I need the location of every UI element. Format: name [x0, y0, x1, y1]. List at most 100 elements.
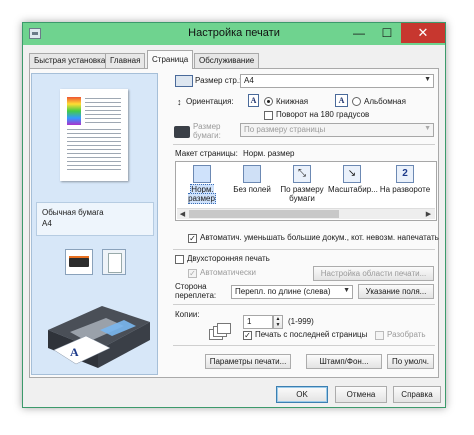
help-button[interactable]: Справка [393, 386, 441, 403]
copies-spinner[interactable]: ▲ ▼ [273, 315, 283, 329]
page-preview [60, 89, 128, 181]
preview-line [67, 169, 121, 170]
printer-paper-label-line2: бумаги: [193, 131, 221, 140]
ok-button[interactable]: OK [276, 386, 328, 403]
page-size-icon [175, 75, 193, 87]
chevron-down-icon: ▼ [343, 287, 350, 294]
layout-fit-to-paper[interactable]: ⤡ По размеру бумаги [278, 165, 326, 203]
scroll-left-icon[interactable]: ◀ [177, 209, 188, 220]
page-size-value: A4 [244, 76, 254, 85]
preview-line [67, 141, 121, 142]
tab-page-setup[interactable]: Страница [147, 50, 194, 69]
print-area-button[interactable]: Настройка области печати... [313, 266, 434, 281]
layout-normal-size[interactable]: Норм. размер [178, 165, 226, 204]
scroll-thumb[interactable] [189, 210, 339, 218]
auto-reduce-label[interactable]: Автоматич. уменьшать большие докум., кот… [200, 233, 439, 242]
paper-info-box: Обычная бумага A4 [36, 202, 154, 236]
preview-line [67, 129, 121, 130]
close-button[interactable]: ✕ [401, 23, 445, 43]
paper-sheet-icon[interactable] [102, 249, 126, 275]
print-from-last-label[interactable]: Печать с последней страницы [255, 330, 367, 339]
defaults-button[interactable]: По умолч. [387, 354, 434, 369]
title-bar[interactable]: Настройка печати — ☐ ✕ [23, 23, 445, 45]
copies-stack-icon [209, 323, 231, 341]
print-settings-dialog: Настройка печати — ☐ ✕ Быстрая установка… [22, 22, 446, 408]
orientation-arrow-icon: ↕ [177, 97, 182, 107]
stamp-background-button[interactable]: Штамп/Фон... [306, 354, 382, 369]
printer-paper-value: По размеру страницы [244, 125, 326, 134]
layout-item-label: Масштабир... [328, 185, 378, 194]
preview-line [67, 161, 121, 162]
copies-label: Копии: [175, 310, 200, 319]
paper-source-icon[interactable] [65, 249, 93, 275]
binding-side-value: Перепл. по длине (слева) [235, 287, 331, 296]
tab-maintenance[interactable]: Обслуживание [194, 53, 260, 68]
scaled-icon: ↘ [343, 165, 361, 183]
preview-line [85, 110, 121, 111]
minimize-button[interactable]: — [345, 23, 373, 43]
copies-input[interactable]: 1 [243, 315, 273, 329]
duplex-label[interactable]: Двухсторонняя печать [187, 254, 270, 263]
portrait-radio[interactable] [264, 97, 273, 106]
collate-label[interactable]: Разобрать [387, 330, 426, 339]
borderless-icon [243, 165, 261, 183]
binding-label-line1: Сторона [175, 282, 207, 291]
page-size-label: Размер стр.: [195, 76, 242, 85]
preview-line [67, 165, 121, 166]
landscape-radio[interactable] [352, 97, 361, 106]
print-from-last-checkbox[interactable]: ✓ [243, 331, 252, 340]
page-size-select[interactable]: A4 ▼ [240, 74, 434, 88]
layout-scrollbar[interactable]: ◀ ▶ [177, 208, 435, 219]
layout-item-label: Норм. [191, 185, 214, 194]
duplex-auto-label[interactable]: Автоматически [200, 268, 256, 277]
margin-button[interactable]: Указание поля... [358, 284, 434, 299]
preview-line [67, 145, 121, 146]
divider [173, 249, 435, 250]
page-layout-icon: 2 [396, 165, 414, 183]
page-layout-value: Норм. размер [243, 149, 295, 158]
portrait-label[interactable]: Книжная [276, 97, 308, 106]
maximize-button[interactable]: ☐ [373, 23, 401, 43]
binding-side-select[interactable]: Перепл. по длине (слева) ▼ [231, 285, 353, 299]
layout-item-label: Без полей [233, 185, 271, 194]
printer-paper-icon [174, 126, 190, 138]
paper-size-text: A4 [42, 219, 52, 228]
layout-page-layout[interactable]: 2 На развороте [376, 165, 434, 194]
svg-text:A: A [70, 345, 79, 359]
printer-paper-select[interactable]: По размеру страницы ▼ [240, 123, 434, 137]
scroll-right-icon[interactable]: ▶ [423, 209, 434, 220]
layout-item-label: По размеру [280, 185, 324, 194]
page-layout-list: Норм. размер Без полей ⤡ По размеру бума… [175, 161, 437, 221]
duplex-auto-checkbox[interactable]: ✓ [188, 269, 197, 278]
binding-label-line2: переплета: [175, 291, 217, 300]
layout-scaled[interactable]: ↘ Масштабир... [328, 165, 378, 194]
landscape-label[interactable]: Альбомная [364, 97, 406, 106]
divider [173, 345, 435, 346]
normal-size-icon [193, 165, 211, 183]
rotate-180-checkbox[interactable] [264, 111, 273, 120]
chevron-down-icon: ▼ [424, 125, 431, 132]
duplex-checkbox[interactable] [175, 255, 184, 264]
tab-quick-setup[interactable]: Быстрая установка [29, 53, 111, 68]
preview-line [85, 98, 121, 99]
collate-checkbox[interactable] [375, 331, 384, 340]
copies-range: (1-999) [288, 317, 314, 326]
printer-paper-label-line1: Размер [193, 122, 221, 131]
paper-type-text: Обычная бумага [42, 208, 104, 217]
preview-line [67, 137, 121, 138]
preview-panel: Обычная бумага A4 A [31, 73, 158, 375]
tab-main[interactable]: Главная [105, 53, 146, 68]
divider [173, 144, 435, 145]
layout-borderless[interactable]: Без полей [228, 165, 276, 194]
auto-reduce-checkbox[interactable]: ✓ [188, 234, 197, 243]
binding-label: Сторона переплета: [175, 282, 216, 300]
preview-color-block [67, 97, 81, 125]
layout-item-label: На развороте [379, 185, 431, 194]
rotate-180-label[interactable]: Поворот на 180 градусов [276, 110, 369, 119]
preview-line [85, 114, 121, 115]
print-options-button[interactable]: Параметры печати... [205, 354, 291, 369]
cancel-button[interactable]: Отмена [335, 386, 387, 403]
portrait-icon: A [248, 94, 259, 107]
fit-to-paper-icon: ⤡ [293, 165, 311, 183]
printer-paper-label: Размер бумаги: [193, 122, 221, 140]
